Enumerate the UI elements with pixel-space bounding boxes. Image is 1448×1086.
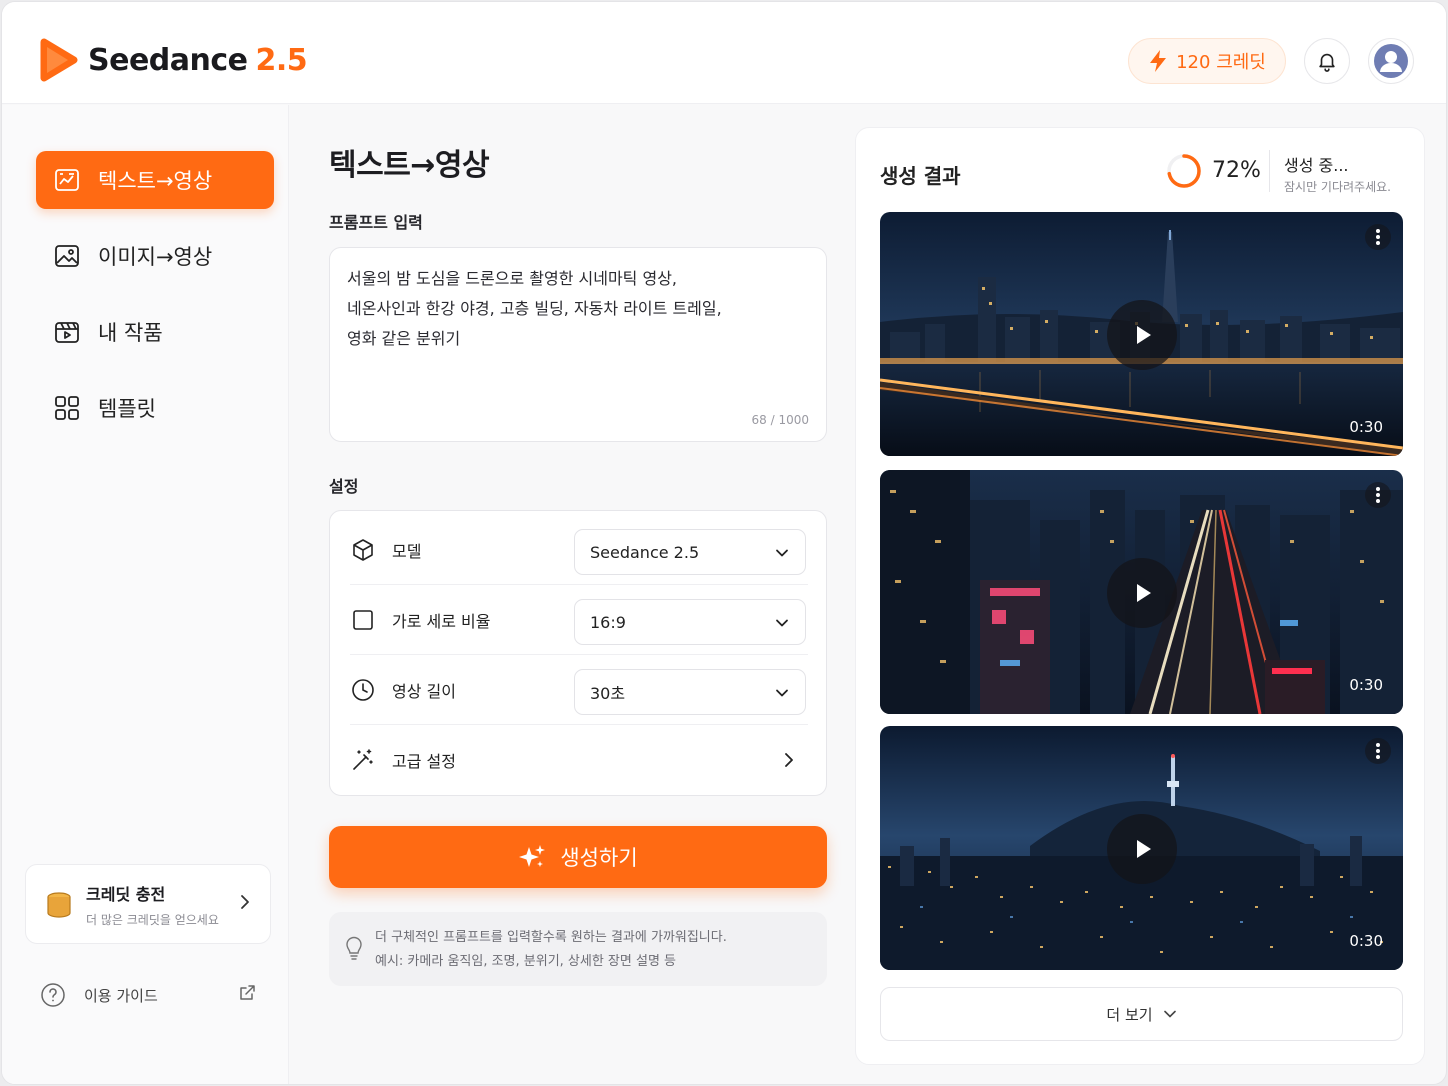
video-options-button[interactable] [1365, 738, 1391, 764]
grid-icon [52, 393, 82, 423]
tip-line-1: 더 구체적인 프롬프트를 입력할수록 원하는 결과에 가까워집니다. [375, 930, 727, 945]
prompt-tip: 더 구체적인 프롬프트를 입력할수록 원하는 결과에 가까워집니다. 예시: 카… [329, 912, 827, 986]
play-icon [1137, 840, 1151, 858]
sidebar-item-text-to-video[interactable]: 텍스트→영상 [36, 151, 274, 209]
generation-status-sub: 잠시만 기다려주세요. [1284, 180, 1391, 194]
chevron-right-icon [785, 753, 793, 767]
video-options-button[interactable] [1365, 482, 1391, 508]
cube-icon [350, 537, 376, 563]
aspect-ratio-value: 16:9 [590, 612, 626, 632]
aspect-ratio-select[interactable]: 16:9 [574, 599, 806, 645]
prompt-section-label: 프롬프트 입력 [329, 213, 423, 232]
more-vertical-icon [1376, 487, 1380, 503]
prompt-text: 서울의 밤 도심을 드론으로 촬영한 시네마틱 영상, 네온사인과 한강 야경,… [347, 269, 722, 348]
setting-label: 영상 길이 [392, 681, 456, 701]
sidebar-item-label: 이미지→영상 [98, 245, 213, 269]
play-icon [1137, 584, 1151, 602]
results-panel: 생성 결과 72% 생성 중... 잠시만 기다려주세요. 0:30 0:30 … [855, 127, 1425, 1065]
clapperboard-icon [52, 317, 82, 347]
setting-row-duration: 영상 길이 30초 [350, 655, 808, 725]
page-title: 텍스트→영상 [329, 148, 490, 183]
more-vertical-icon [1376, 743, 1380, 759]
text-video-icon [52, 165, 82, 195]
results-title: 생성 결과 [880, 164, 961, 188]
chevron-down-icon [776, 689, 788, 697]
divider [1269, 150, 1270, 192]
credits-balance-button[interactable]: 120 크레딧 [1128, 38, 1286, 84]
chevron-down-icon [776, 549, 788, 557]
play-button[interactable] [1107, 814, 1177, 884]
video-duration: 0:30 [1349, 932, 1383, 950]
setting-label: 가로 세로 비율 [392, 611, 491, 631]
load-more-label: 더 보기 [1106, 1005, 1153, 1024]
sidebar: 텍스트→영상 이미지→영상 내 작품 템플릿 크레딧 충전 더 많은 크레딧을 … [2, 105, 289, 1084]
user-avatar-icon [1374, 44, 1408, 78]
guide-label: 이용 가이드 [84, 986, 158, 1005]
generate-button-label: 생성하기 [560, 847, 638, 870]
credits-label: 120 크레딧 [1176, 52, 1266, 73]
generation-status: 생성 중... [1284, 156, 1349, 175]
notifications-button[interactable] [1304, 38, 1350, 84]
duration-select[interactable]: 30초 [574, 669, 806, 715]
load-more-button[interactable]: 더 보기 [880, 987, 1403, 1041]
video-card[interactable]: 0:30 [880, 470, 1403, 714]
usage-guide-link[interactable]: 이용 가이드 [40, 981, 260, 1009]
external-link-icon [240, 985, 255, 1000]
square-icon [350, 607, 376, 633]
play-button[interactable] [1107, 300, 1177, 370]
user-avatar-button[interactable] [1368, 38, 1414, 84]
sparkle-icon [519, 845, 546, 867]
play-logo-icon [40, 38, 78, 82]
video-options-button[interactable] [1365, 224, 1391, 250]
chevron-down-icon [776, 619, 788, 627]
app-window: Seedance 2.5 120 크레딧 텍스트→영상 이미지→영상 내 작품 … [1, 1, 1447, 1085]
lightning-icon [1150, 50, 1167, 72]
sidebar-item-image-to-video[interactable]: 이미지→영상 [36, 227, 274, 285]
play-button[interactable] [1107, 558, 1177, 628]
sidebar-item-label: 템플릿 [98, 397, 156, 421]
setting-label: 모델 [392, 541, 422, 561]
prompt-char-count: 68 / 1000 [751, 413, 809, 427]
top-header: Seedance 2.5 120 크레딧 [2, 2, 1446, 104]
video-card[interactable]: 0:30 [880, 212, 1403, 456]
app-logo[interactable]: Seedance 2.5 [38, 38, 308, 82]
video-card[interactable]: 0:30 [880, 726, 1403, 970]
sidebar-item-label: 내 작품 [98, 321, 163, 345]
credit-card-subtitle: 더 많은 크레딧을 얻으세요 [86, 912, 219, 927]
video-duration: 0:30 [1349, 676, 1383, 694]
progress-percentage: 72% [1212, 158, 1261, 183]
generate-button[interactable]: 생성하기 [329, 826, 827, 888]
help-circle-icon [41, 983, 65, 1007]
sidebar-item-my-works[interactable]: 내 작품 [36, 303, 274, 361]
bell-icon [1319, 53, 1335, 72]
more-vertical-icon [1376, 229, 1380, 245]
model-select[interactable]: Seedance 2.5 [574, 529, 806, 575]
sidebar-item-label: 텍스트→영상 [98, 169, 213, 193]
model-select-value: Seedance 2.5 [590, 542, 700, 562]
setting-row-aspect-ratio: 가로 세로 비율 16:9 [350, 585, 808, 655]
setting-row-model: 모델 Seedance 2.5 [350, 515, 808, 585]
app-name: Seedance 2.5 [88, 42, 308, 78]
settings-panel: 모델 Seedance 2.5 가로 세로 비율 16:9 영상 길이 30초 [329, 510, 827, 796]
chevron-down-icon [1163, 1010, 1176, 1018]
duration-value: 30초 [590, 684, 626, 703]
clock-icon [350, 677, 376, 703]
progress-ring [1167, 154, 1201, 188]
coin-stack-icon [47, 892, 71, 918]
tip-line-2: 예시: 카메라 움직임, 조명, 분위기, 상세한 장면 설명 등 [375, 954, 676, 969]
credit-card-title: 크레딧 충전 [86, 884, 166, 904]
play-icon [1137, 326, 1151, 344]
prompt-textarea[interactable]: 서울의 밤 도심을 드론으로 촬영한 시네마틱 영상, 네온사인과 한강 야경,… [329, 247, 827, 442]
setting-row-advanced[interactable]: 고급 설정 [350, 725, 808, 795]
video-duration: 0:30 [1349, 418, 1383, 436]
chevron-right-icon [241, 895, 249, 909]
sidebar-item-templates[interactable]: 템플릿 [36, 379, 274, 437]
lightbulb-icon [346, 936, 362, 960]
setting-label: 고급 설정 [392, 752, 456, 771]
image-icon [52, 241, 82, 271]
magic-wand-icon [350, 747, 376, 773]
credit-recharge-card[interactable]: 크레딧 충전 더 많은 크레딧을 얻으세요 [25, 864, 271, 944]
settings-section-label: 설정 [329, 477, 359, 496]
